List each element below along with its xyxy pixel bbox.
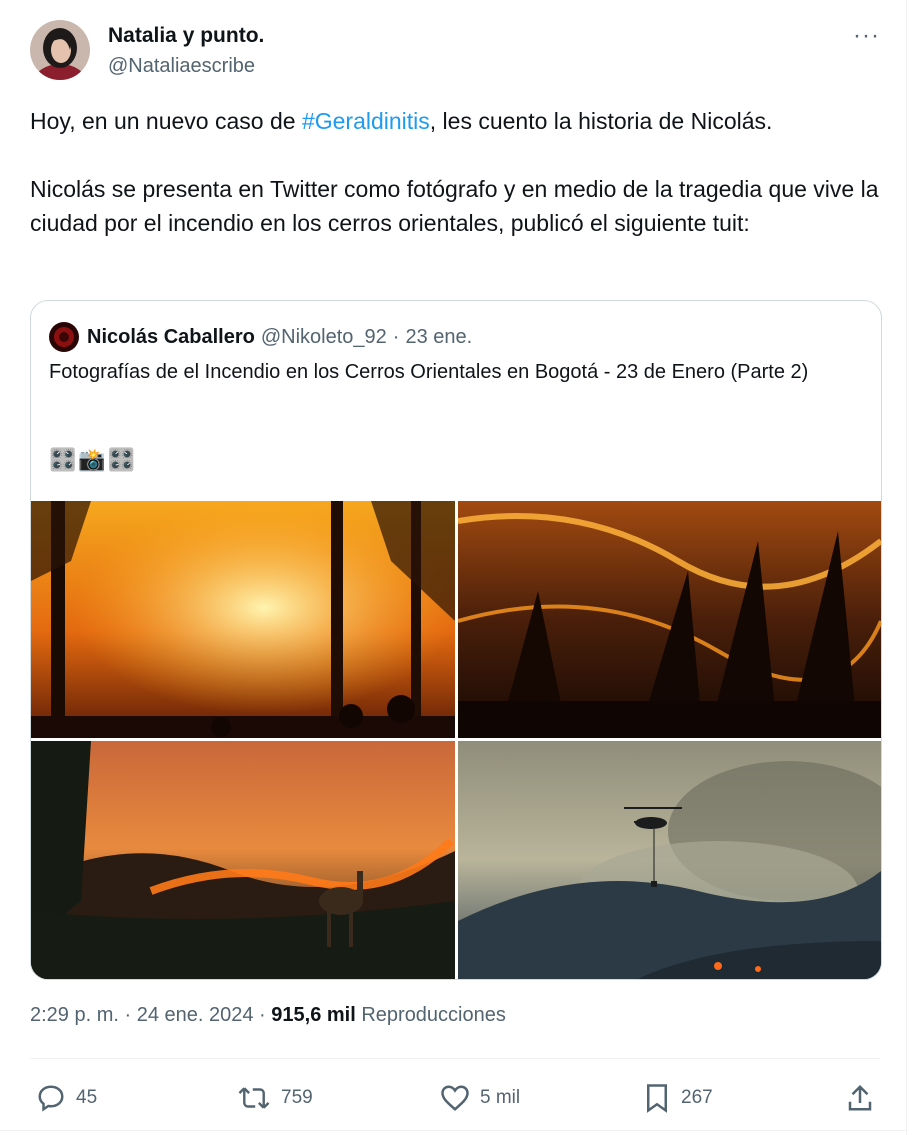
author-name[interactable]: Natalia y punto. xyxy=(108,24,264,48)
bookmark-icon xyxy=(647,1084,667,1113)
divider xyxy=(30,1058,880,1059)
more-options-icon[interactable]: ··· xyxy=(853,22,880,50)
retweet-button[interactable]: 759 xyxy=(237,1078,313,1118)
like-count: 5 mil xyxy=(480,1087,521,1108)
author-avatar[interactable] xyxy=(30,20,90,80)
reply-count: 45 xyxy=(76,1087,98,1108)
view-count: 915,6 mil xyxy=(271,1004,356,1026)
retweet-count: 759 xyxy=(281,1087,313,1108)
quoted-date[interactable]: 23 ene. xyxy=(405,326,472,349)
quoted-tweet-header: Nicolás Caballero @Nikoleto_92 · 23 ene. xyxy=(49,321,472,353)
tweet-text-after-hashtag: , les cuento la historia de Nicolás. xyxy=(429,108,773,134)
quoted-text-line: Fotografías de el Incendio en los Cerros… xyxy=(49,361,809,383)
quoted-author-handle[interactable]: @Nikoleto_92 xyxy=(261,326,387,349)
share-button[interactable] xyxy=(845,1078,885,1118)
view-count-label: Reproducciones xyxy=(355,1004,506,1026)
bottom-divider xyxy=(0,1130,906,1131)
tweet-paragraph-2: Nicolás se presenta en Twitter como fotó… xyxy=(30,176,879,236)
like-button[interactable]: 5 mil xyxy=(440,1078,520,1118)
quoted-tweet[interactable]: Nicolás Caballero @Nikoleto_92 · 23 ene.… xyxy=(30,300,882,980)
photo-forest-fire-firefighters[interactable] xyxy=(31,501,455,738)
retweet-icon xyxy=(238,1087,270,1109)
tweet-meta: 2:29 p. m. · 24 ene. 2024 · 915,6 mil Re… xyxy=(30,1004,506,1027)
photo-grid xyxy=(31,501,881,979)
photo-helicopter-smoke[interactable] xyxy=(458,741,881,979)
photo-hillside-fire[interactable] xyxy=(458,501,881,738)
tweet-timestamp[interactable]: 2:29 p. m. · 24 ene. 2024 · xyxy=(30,1004,271,1026)
reply-button[interactable]: 45 xyxy=(36,1078,97,1118)
quoted-emojis: 🎛️📸🎛️ xyxy=(49,447,138,472)
author-handle[interactable]: @Nataliaescribe xyxy=(108,55,255,78)
tweet-text-before-hashtag: Hoy, en un nuevo caso de xyxy=(30,108,302,134)
bookmark-count: 267 xyxy=(681,1087,713,1108)
tweet-paragraph-1: Hoy, en un nuevo caso de #Geraldinitis, … xyxy=(30,104,880,138)
photo-deer-burning-hills[interactable] xyxy=(31,741,455,979)
quoted-text: Fotografías de el Incendio en los Cerros… xyxy=(49,357,849,387)
quoted-separator: · xyxy=(392,325,400,348)
quoted-author-avatar[interactable] xyxy=(49,322,79,352)
heart-icon xyxy=(441,1085,469,1111)
share-icon xyxy=(848,1084,872,1111)
bookmark-button[interactable]: 267 xyxy=(643,1078,713,1118)
tweet-text: Hoy, en un nuevo caso de #Geraldinitis, … xyxy=(30,104,880,240)
tweet: Natalia y punto. @Nataliaescribe ··· Hoy… xyxy=(0,0,907,1135)
hashtag-link[interactable]: #Geraldinitis xyxy=(302,108,430,134)
quoted-author-name[interactable]: Nicolás Caballero xyxy=(87,326,255,349)
reply-icon xyxy=(38,1085,64,1112)
